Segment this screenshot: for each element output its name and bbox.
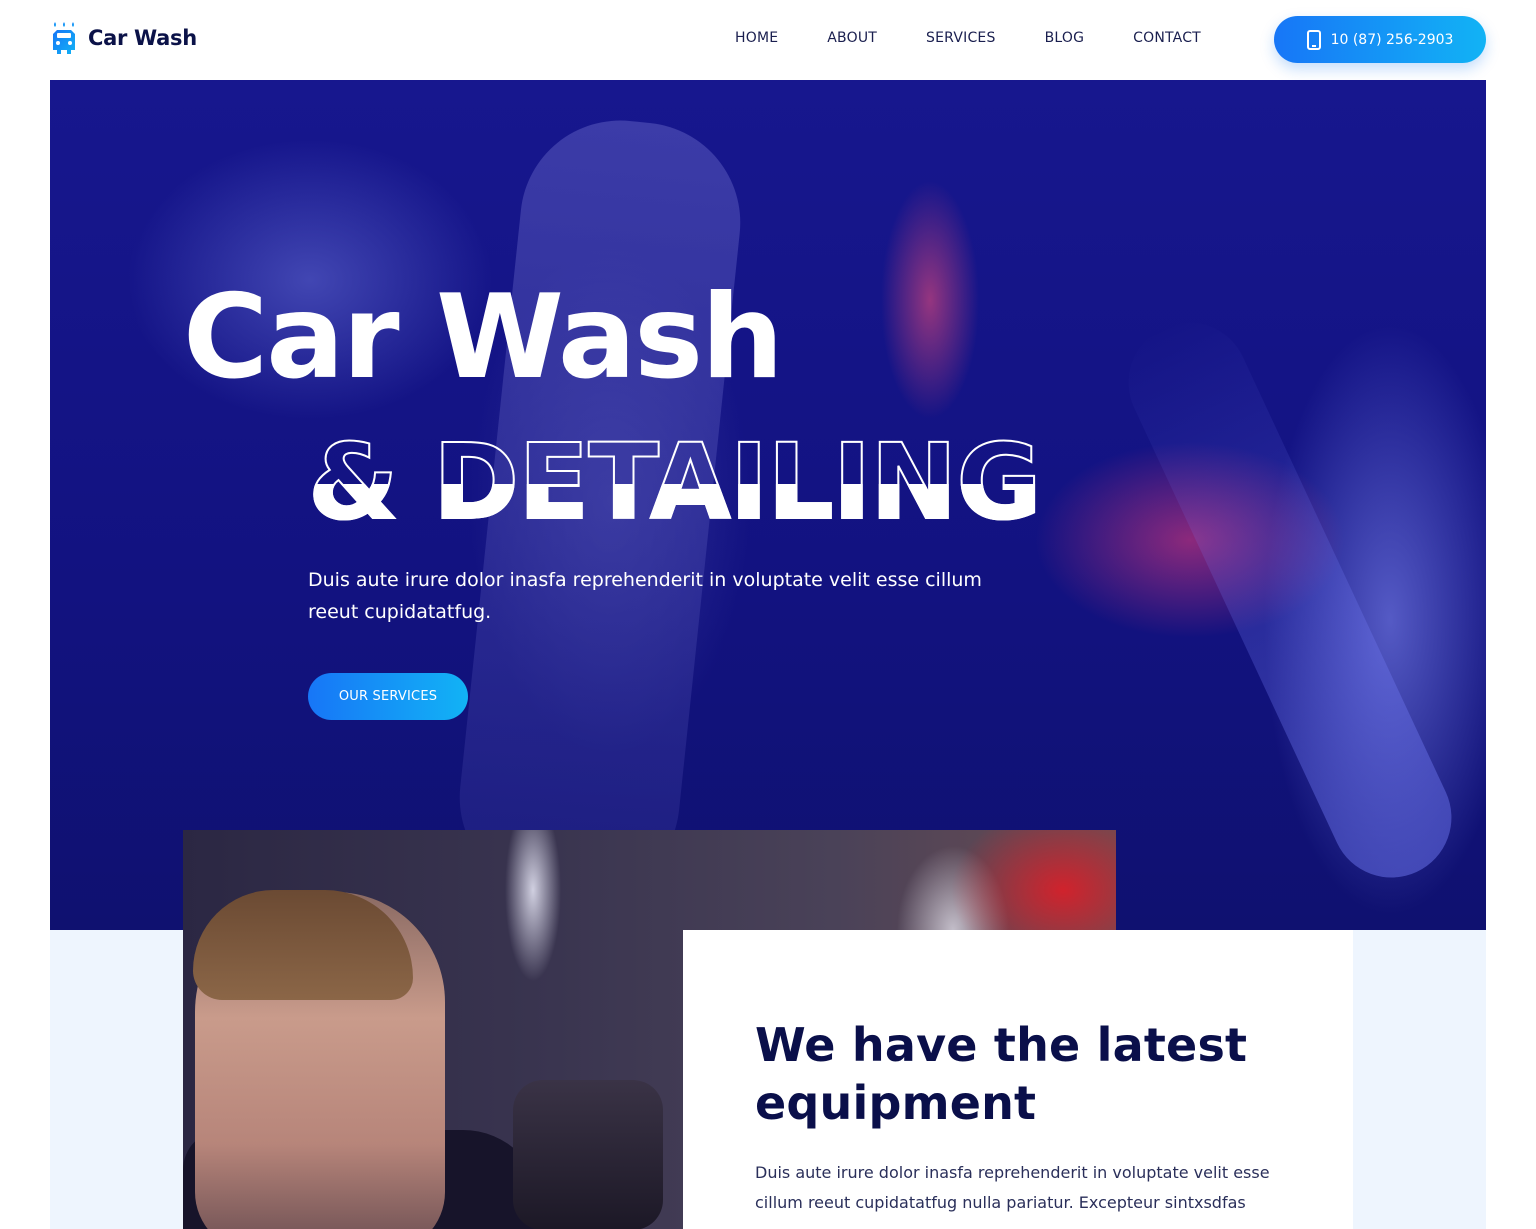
nav-services[interactable]: SERVICES bbox=[926, 30, 996, 46]
phone-number: 10 (87) 256-2903 bbox=[1330, 31, 1454, 48]
main-nav: HOME ABOUT SERVICES BLOG CONTACT bbox=[735, 30, 1250, 46]
our-services-button[interactable]: OUR SERVICES bbox=[308, 673, 468, 720]
hero-subtitle: & DETAILING bbox=[307, 421, 1043, 543]
hero-title: Car Wash bbox=[183, 270, 784, 405]
brand-name: Car Wash bbox=[88, 26, 197, 50]
hero-background-shape bbox=[1108, 302, 1472, 898]
nav-blog[interactable]: BLOG bbox=[1045, 30, 1085, 46]
site-header: Car Wash HOME ABOUT SERVICES BLOG CONTAC… bbox=[0, 0, 1536, 80]
car-wash-icon bbox=[50, 20, 78, 56]
phone-icon bbox=[1306, 29, 1321, 50]
feature-card: We have the latest equipment Duis aute i… bbox=[683, 930, 1353, 1229]
nav-home[interactable]: HOME bbox=[735, 30, 778, 46]
nav-about[interactable]: ABOUT bbox=[827, 30, 877, 46]
nav-contact[interactable]: CONTACT bbox=[1133, 30, 1201, 46]
feature-title: We have the latest equipment bbox=[755, 1018, 1248, 1130]
feature-text: Duis aute irure dolor inasfa reprehender… bbox=[755, 1163, 1270, 1212]
hero-section: Car Wash & DETAILING Duis aute irure dol… bbox=[50, 80, 1486, 930]
phone-button[interactable]: 10 (87) 256-2903 bbox=[1274, 16, 1486, 63]
logo[interactable]: Car Wash bbox=[50, 20, 197, 56]
hero-description: Duis aute irure dolor inasfa reprehender… bbox=[308, 569, 982, 623]
